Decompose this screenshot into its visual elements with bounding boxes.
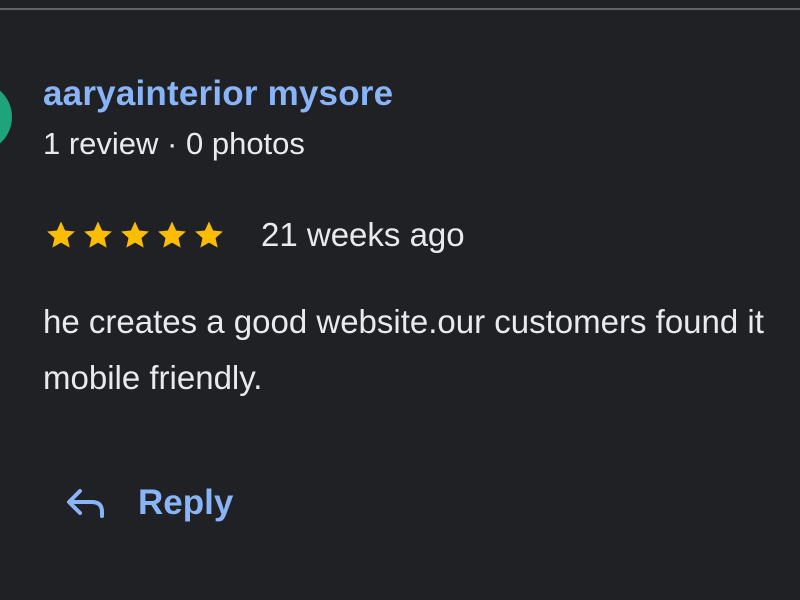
- reply-button[interactable]: Reply: [64, 477, 233, 529]
- star-icon: [47, 221, 75, 248]
- top-divider: [0, 8, 800, 10]
- star-icon: [195, 221, 223, 248]
- star-icon: [121, 221, 149, 248]
- reviewer-meta: 1 review · 0 photos: [43, 126, 305, 161]
- review-card: aaryainterior mysore 1 review · 0 photos…: [0, 0, 800, 600]
- reviewer-name[interactable]: aaryainterior mysore: [43, 72, 393, 116]
- review-text: he creates a good website.our customers …: [43, 303, 764, 396]
- reply-arrow-icon: [67, 489, 104, 518]
- avatar[interactable]: [0, 82, 12, 152]
- star-icon: [84, 221, 112, 248]
- rating-row: 21 weeks ago: [44, 213, 465, 257]
- star-rating: [44, 218, 229, 252]
- star-icon: [158, 221, 186, 248]
- reply-label: Reply: [138, 483, 234, 522]
- review-time: 21 weeks ago: [261, 216, 465, 253]
